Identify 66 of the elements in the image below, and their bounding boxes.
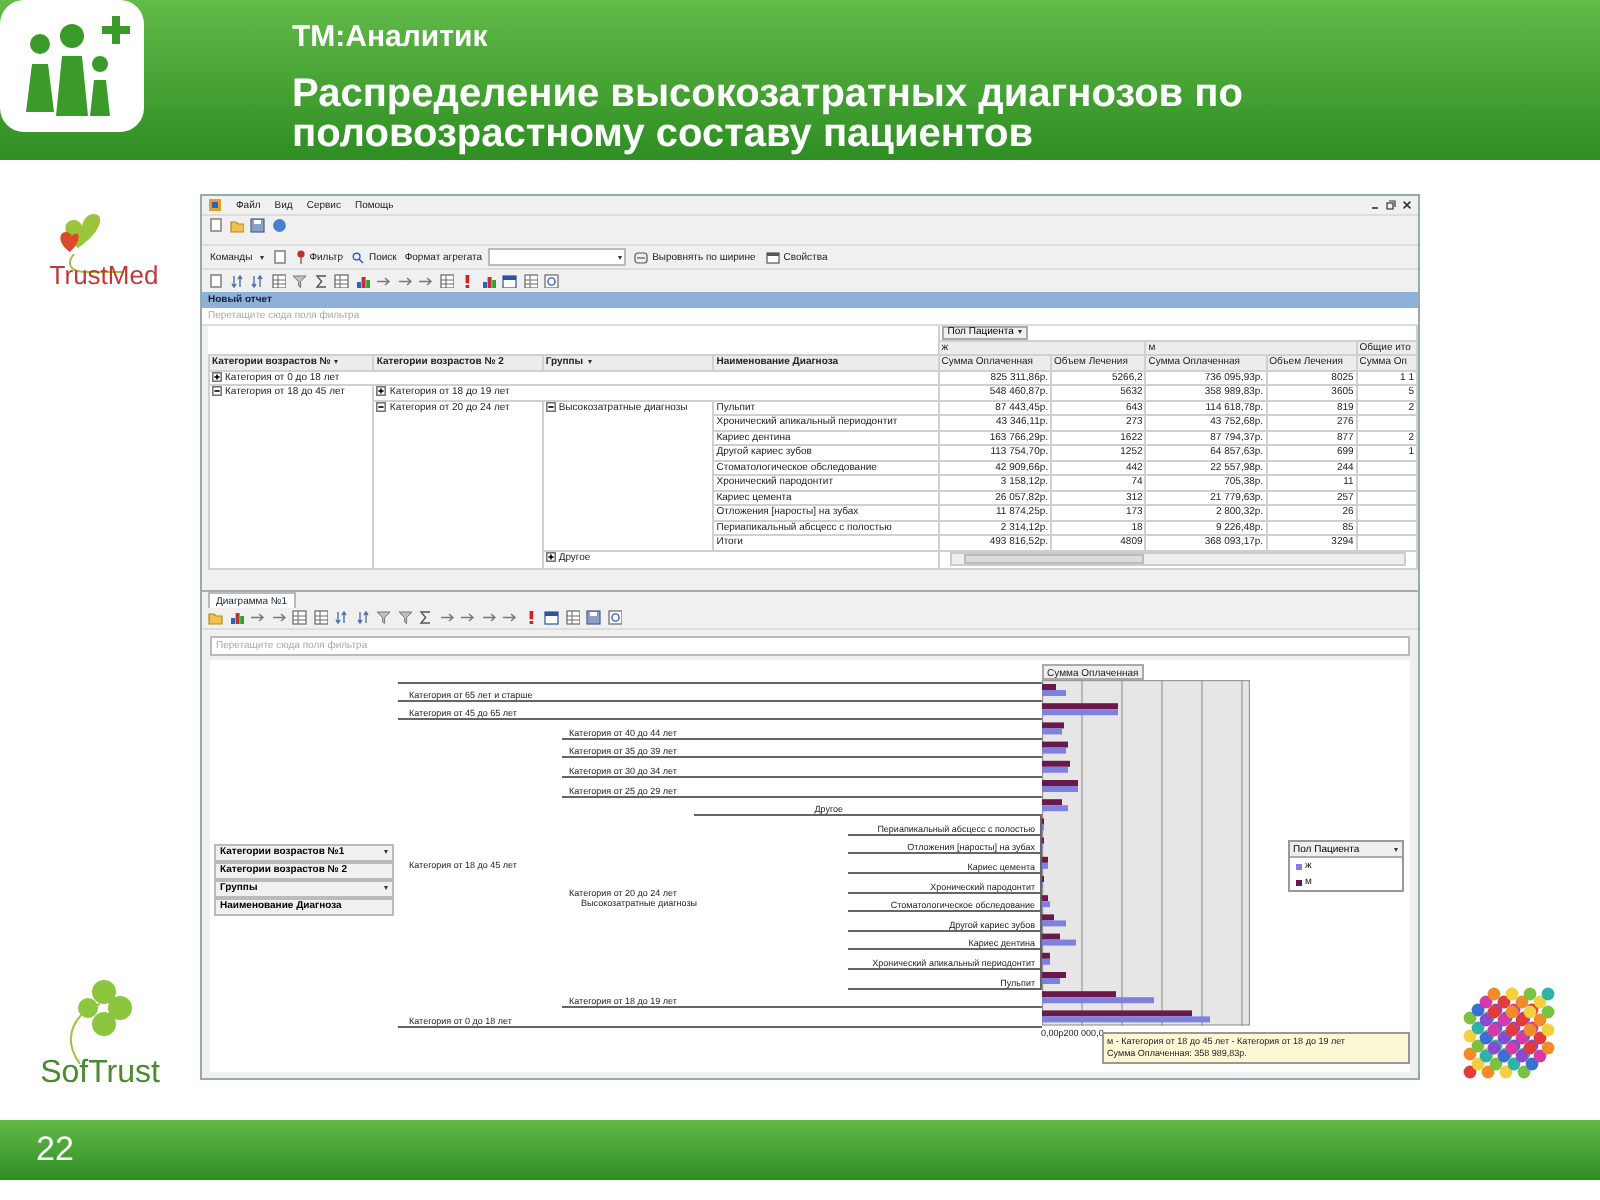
arrow-icon[interactable] bbox=[397, 273, 412, 289]
expand-icon[interactable] bbox=[376, 386, 387, 397]
search-icon bbox=[352, 251, 365, 263]
arrow-icon[interactable] bbox=[250, 610, 265, 626]
collapse-icon[interactable] bbox=[376, 402, 387, 412]
caret-icon[interactable] bbox=[587, 359, 592, 364]
sort-icon[interactable] bbox=[355, 610, 370, 626]
exclamation-icon[interactable] bbox=[460, 273, 475, 289]
grid-icon[interactable] bbox=[565, 610, 580, 626]
caret-icon[interactable] bbox=[384, 850, 388, 855]
sort-icon[interactable] bbox=[334, 610, 349, 626]
slide-title: Распределение высокозатратных диагнозов по половозрастному составу пациентов bbox=[292, 74, 1245, 154]
page-icon[interactable] bbox=[272, 249, 288, 265]
sort-icon[interactable] bbox=[250, 273, 265, 289]
help-icon[interactable] bbox=[544, 273, 559, 289]
arrow-icon[interactable] bbox=[502, 610, 517, 626]
sum-icon[interactable] bbox=[313, 273, 328, 289]
caret-icon[interactable] bbox=[260, 255, 265, 259]
close-icon[interactable] bbox=[1402, 200, 1412, 210]
grid-icon[interactable] bbox=[313, 610, 328, 626]
calendar-icon[interactable] bbox=[502, 273, 517, 289]
fit-width-icon bbox=[634, 251, 649, 263]
grid-icon[interactable] bbox=[523, 273, 538, 289]
grid-icon[interactable] bbox=[439, 273, 454, 289]
arrow-icon[interactable] bbox=[418, 273, 433, 289]
slide-subtitle: ТМ:Аналитик bbox=[292, 20, 490, 56]
caret-icon[interactable] bbox=[1017, 329, 1022, 334]
family-logo-icon bbox=[0, 0, 144, 132]
globe-icon[interactable] bbox=[271, 218, 286, 234]
restore-icon[interactable] bbox=[1386, 200, 1396, 210]
logo-text: TrustMed bbox=[49, 260, 159, 290]
bar-chart-icon[interactable] bbox=[355, 273, 370, 289]
sum-icon[interactable] bbox=[418, 610, 433, 626]
sort-icon[interactable] bbox=[229, 273, 244, 289]
caret-icon[interactable] bbox=[384, 886, 388, 891]
page-number: 22 bbox=[36, 1130, 74, 1170]
app-icon bbox=[208, 198, 222, 212]
collapse-icon[interactable] bbox=[545, 402, 556, 412]
caret-icon[interactable] bbox=[1394, 847, 1398, 851]
arrow-icon[interactable] bbox=[460, 610, 475, 626]
page-icon[interactable] bbox=[208, 218, 223, 234]
calendar-icon[interactable] bbox=[544, 610, 559, 626]
folder-icon[interactable] bbox=[229, 218, 244, 234]
arrow-icon[interactable] bbox=[376, 273, 391, 289]
funnel-icon[interactable] bbox=[292, 273, 307, 289]
page-icon[interactable] bbox=[208, 273, 223, 289]
expand-icon[interactable] bbox=[212, 371, 222, 382]
horizontal-scrollbar[interactable] bbox=[949, 552, 1406, 566]
grid-icon[interactable] bbox=[271, 273, 286, 289]
bar-chart-icon[interactable] bbox=[229, 610, 244, 626]
bar-chart-icon[interactable] bbox=[481, 273, 496, 289]
pin-icon bbox=[295, 250, 306, 264]
expand-icon[interactable] bbox=[545, 552, 556, 562]
collapse-icon[interactable] bbox=[212, 387, 222, 397]
arrow-icon[interactable] bbox=[481, 610, 496, 626]
help-icon[interactable] bbox=[607, 610, 622, 626]
caret-icon[interactable] bbox=[334, 359, 339, 364]
grid-icon[interactable] bbox=[292, 610, 307, 626]
scrollbar-thumb[interactable] bbox=[963, 554, 1144, 564]
grid-icon[interactable] bbox=[334, 273, 349, 289]
arrow-icon[interactable] bbox=[439, 610, 454, 626]
logo-text: SofTrust bbox=[40, 1056, 160, 1092]
caret-icon[interactable] bbox=[618, 255, 623, 259]
window-icon bbox=[765, 251, 780, 263]
folder-icon[interactable] bbox=[208, 610, 223, 626]
arrow-icon[interactable] bbox=[271, 610, 286, 626]
